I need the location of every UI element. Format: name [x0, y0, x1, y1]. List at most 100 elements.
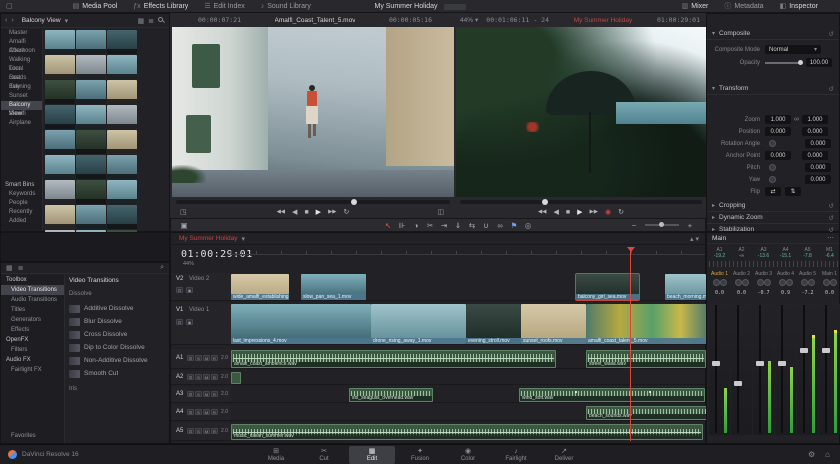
pan-knob[interactable] [720, 279, 727, 286]
transition-item[interactable]: Blur Dissolve [69, 315, 166, 328]
loop-button[interactable]: ↻ [344, 208, 350, 216]
audio-clip[interactable]: street_walla.wav [586, 350, 706, 368]
rotation-dial[interactable] [769, 140, 776, 147]
fader-audio2[interactable] [731, 303, 752, 435]
media-thumbnail[interactable] [76, 55, 106, 79]
media-thumbnail[interactable] [107, 205, 137, 229]
flip-vertical-button[interactable]: ⇅ [785, 187, 801, 196]
source-viewer-video[interactable] [172, 27, 454, 197]
track-header-a2[interactable]: A2 ⊡SMR 2.0 [171, 371, 231, 385]
track-mute-button[interactable]: M [203, 409, 210, 415]
track-header-a5[interactable]: A5 ⊡SMR 2.0 [171, 423, 231, 441]
track-lock-button[interactable]: ⊡ [176, 319, 183, 325]
source-scrubber[interactable] [176, 200, 450, 204]
track-header-a1[interactable]: A1 ⊡SMR 2.0 [171, 349, 231, 369]
media-thumbnail[interactable] [45, 130, 75, 154]
strip-label[interactable]: Audio 5 [797, 271, 818, 277]
opacity-value[interactable]: 100.00 [806, 58, 832, 67]
timeline-clip[interactable]: amalfi_coast_talent_5.mov [586, 304, 707, 344]
page-color[interactable]: ◉Color [445, 446, 491, 464]
strip-label[interactable]: Audio 1 [709, 271, 730, 277]
media-thumbnail[interactable] [107, 105, 137, 129]
edit-index-toggle[interactable]: ☰Edit Index [196, 0, 252, 13]
media-thumbnail[interactable] [45, 55, 75, 79]
media-pool-toggle[interactable]: ▤Media Pool [65, 0, 126, 13]
effects-nav-item-video-transitions[interactable]: Video Transitions [1, 285, 64, 295]
track-mute-button[interactable]: M [203, 391, 210, 397]
media-thumbnail[interactable] [45, 30, 75, 54]
effects-library-toggle[interactable]: ƒxEffects Library [125, 0, 196, 13]
zoom-in-button[interactable]: + [683, 221, 697, 230]
app-window-icon[interactable]: ▢ [0, 2, 19, 10]
timeline-clip[interactable]: wide_amalfi_establishing.mov [231, 274, 289, 300]
track-enable-button[interactable]: ◉ [186, 287, 193, 293]
settings-gear-icon[interactable]: ⚙ [808, 450, 815, 459]
media-thumbnail[interactable] [76, 205, 106, 229]
pan-knob[interactable] [742, 279, 749, 286]
composite-mode-select[interactable]: Normal▾ [765, 45, 821, 54]
scroll-up-icon[interactable]: ▴ [690, 235, 694, 243]
play-button[interactable]: ▶ [577, 208, 582, 216]
bin-item[interactable]: Walking Tour [1, 56, 42, 65]
track-lock-button[interactable]: ⊡ [176, 287, 183, 293]
media-thumbnail[interactable] [76, 180, 106, 204]
pan-knob[interactable] [757, 279, 764, 286]
track-lock-button[interactable]: ⊡ [187, 409, 194, 415]
media-thumbnail[interactable] [107, 130, 137, 154]
page-deliver[interactable]: ↗Deliver [541, 446, 587, 464]
transition-item[interactable]: Cross Dissolve [69, 328, 166, 341]
effects-grid-view-icon[interactable]: ▦ [6, 264, 13, 272]
sound-library-toggle[interactable]: ♪Sound Library [253, 0, 319, 13]
media-thumbnail[interactable] [45, 80, 75, 104]
thumbnail-view-icon[interactable]: ▦ [138, 17, 145, 25]
play-reverse-button[interactable]: ◀ [554, 208, 559, 216]
media-thumbnail[interactable] [76, 30, 106, 54]
yaw-value[interactable]: 0.000 [805, 175, 831, 184]
track-arm-button[interactable]: R [211, 391, 218, 397]
audio-clip[interactable]: music_italian_summer.wav [231, 424, 703, 440]
strip-label[interactable]: Audio 3 [753, 271, 774, 277]
effects-nav-item-audio-transitions[interactable]: Audio Transitions [1, 295, 64, 305]
dynamic-trim-button[interactable]: ◑ [409, 221, 423, 230]
timeline-clip[interactable]: slow_pan_sea_1.mov [301, 274, 366, 300]
page-fusion[interactable]: ✦Fusion [397, 446, 443, 464]
timeline-clip[interactable]: drone_rising_away_1.mov [371, 304, 466, 344]
media-thumbnail[interactable] [45, 155, 75, 179]
rotation-value[interactable]: 0.000 [805, 139, 831, 148]
razor-edit-button[interactable]: ✂ [423, 221, 437, 230]
media-thumbnail[interactable] [107, 155, 137, 179]
media-thumbnail[interactable] [45, 180, 75, 204]
bin-item[interactable]: Airplane [1, 119, 42, 128]
loop-button[interactable]: ↻ [618, 208, 624, 216]
match-frame-icon[interactable]: ◫ [437, 208, 444, 216]
anchor-x-value[interactable]: 0.000 [765, 151, 791, 160]
page-edit[interactable]: ▦Edit [349, 446, 395, 464]
fader-db-value[interactable]: 0.0 [731, 290, 752, 296]
page-cut[interactable]: ✂Cut [301, 446, 347, 464]
timeline-clip[interactable]: evening_stroll.mov [466, 304, 521, 344]
transition-item[interactable]: Smooth Cut [69, 367, 166, 380]
pan-knob[interactable] [735, 279, 742, 286]
reset-icon[interactable]: ↺ [829, 202, 834, 210]
viewer-mode-icon[interactable]: ◳ [180, 208, 187, 216]
track-header-a4[interactable]: A4 ⊡SMR 2.0 [171, 405, 231, 421]
timeline-viewer-scrubber[interactable] [460, 200, 702, 204]
bin-item[interactable]: Afternoon [1, 47, 42, 56]
effects-nav-item-generators[interactable]: Generators [1, 315, 64, 325]
project-manager-icon[interactable]: ⌂ [825, 450, 830, 459]
bin-item[interactable]: Sunset [1, 92, 42, 101]
overwrite-clip-button[interactable]: ⇓ [451, 221, 465, 230]
track-solo-button[interactable]: S [195, 374, 202, 380]
media-thumbnail[interactable] [76, 130, 106, 154]
replace-clip-button[interactable]: ⇆ [465, 221, 479, 230]
track-arm-button[interactable]: R [211, 428, 218, 434]
audio-clip[interactable]: wind_soft.wav [519, 388, 705, 402]
play-reverse-button[interactable]: ◀ [292, 208, 297, 216]
fader-db-value[interactable]: -7.2 [797, 290, 818, 296]
pan-knob[interactable] [779, 279, 786, 286]
metadata-toggle[interactable]: ⓘMetadata [716, 0, 771, 13]
marker-button[interactable]: ◎ [521, 221, 535, 230]
media-thumbnail[interactable] [107, 55, 137, 79]
track-mute-button[interactable]: M [203, 355, 210, 361]
media-thumbnail[interactable] [107, 30, 137, 54]
